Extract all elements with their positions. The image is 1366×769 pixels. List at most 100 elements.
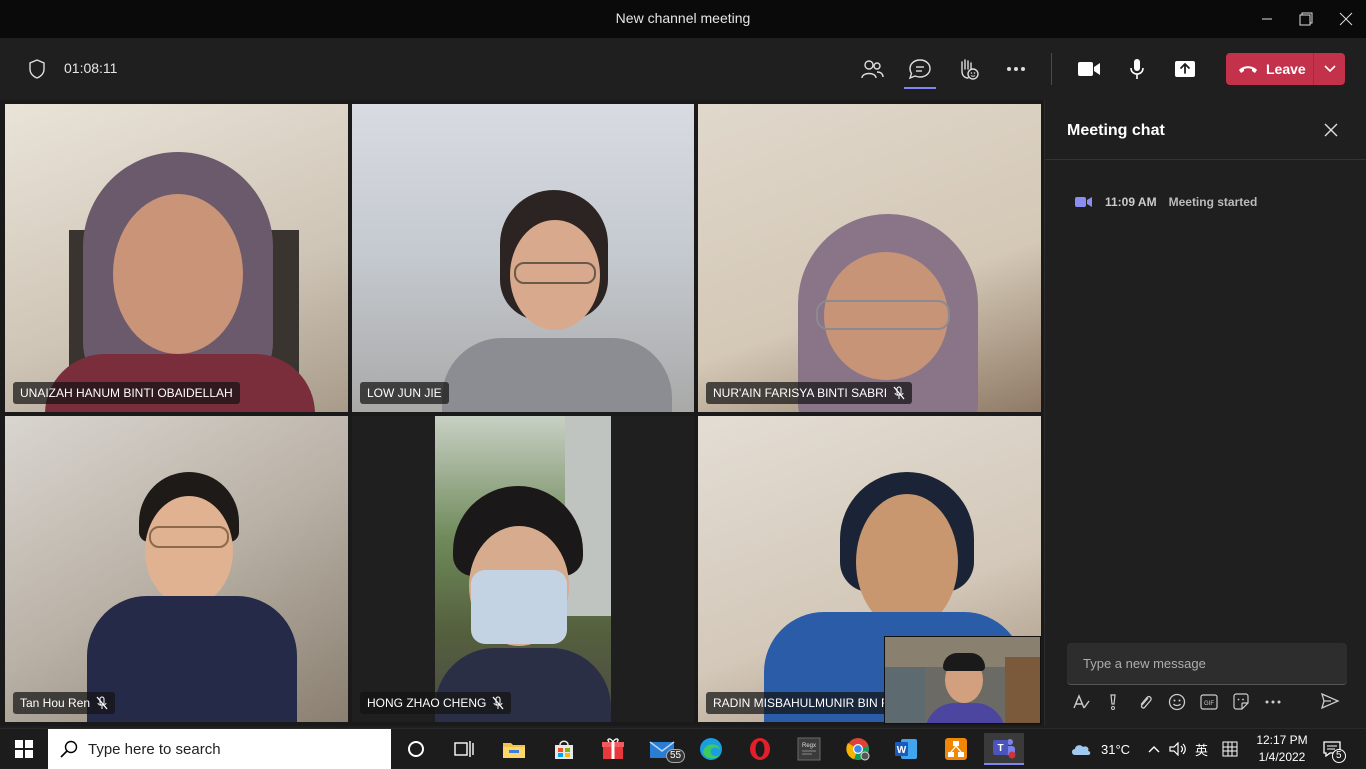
edge-app[interactable] <box>691 733 731 765</box>
raise-hand-icon <box>961 59 979 80</box>
chat-icon <box>908 59 931 80</box>
minimize-icon <box>1262 18 1272 20</box>
folder-icon <box>503 743 525 758</box>
input-language-button[interactable]: 英 <box>1195 729 1208 769</box>
video-tile[interactable]: Tan Hou Ren <box>5 416 348 722</box>
video-tile[interactable]: NUR'AIN FARISYA BINTI SABRI <box>698 104 1041 412</box>
compose-box[interactable] <box>1067 643 1347 685</box>
participant-name: UNAIZAH HANUM BINTI OBAIDELLAH <box>20 386 233 400</box>
more-actions-button[interactable] <box>1003 56 1029 82</box>
ime-mode-button[interactable] <box>1222 729 1238 769</box>
notification-count: 5 <box>1332 749 1346 763</box>
muted-mic-icon <box>893 386 905 400</box>
title-bar: New channel meeting <box>0 0 1366 38</box>
attach-button[interactable] <box>1135 692 1155 712</box>
more-compose-options-button[interactable] <box>1263 692 1283 712</box>
chrome-app[interactable] <box>838 733 878 765</box>
store-app[interactable] <box>544 733 584 765</box>
video-tile[interactable]: UNAIZAH HANUM BINTI OBAIDELLAH <box>5 104 348 412</box>
word-icon: W <box>895 739 917 759</box>
diagram-tool-icon <box>945 738 967 760</box>
sticker-icon <box>1233 693 1249 710</box>
reactions-button[interactable] <box>955 56 981 82</box>
teams-app[interactable]: T <box>984 733 1024 765</box>
search-input[interactable] <box>88 740 368 758</box>
restore-button[interactable] <box>1291 6 1321 32</box>
start-button[interactable] <box>0 729 48 769</box>
toolbar-divider <box>1051 53 1052 85</box>
teams-icon: T <box>993 739 1016 759</box>
share-screen-button[interactable] <box>1172 56 1198 82</box>
drawio-app[interactable] <box>936 733 976 765</box>
mail-app[interactable]: 55 <box>642 733 686 765</box>
windows-logo-icon <box>15 740 33 758</box>
chat-event: 11:09 AM Meeting started <box>1075 195 1257 209</box>
volume-button[interactable] <box>1169 729 1187 769</box>
participant-name: RADIN MISBAHULMUNIR BIN RA <box>713 696 898 710</box>
microphone-icon <box>1130 59 1144 79</box>
gift-box-icon <box>602 738 624 759</box>
chat-button[interactable] <box>907 56 933 82</box>
ime-grid-icon <box>1222 741 1238 757</box>
gif-button[interactable]: GIF <box>1199 692 1219 712</box>
more-icon <box>1265 700 1281 704</box>
people-icon <box>861 60 884 79</box>
gift-app[interactable] <box>593 733 633 765</box>
weather-temp: 31°C <box>1101 741 1131 757</box>
participant-name-label: LOW JUN JIE <box>360 382 449 404</box>
taskbar-search[interactable] <box>48 729 391 769</box>
gif-icon: GIF <box>1200 694 1218 710</box>
regex-app[interactable]: Regx <box>789 733 829 765</box>
mark-important-button[interactable] <box>1103 692 1123 712</box>
chevron-down-icon <box>1323 65 1336 73</box>
meeting-info-button[interactable] <box>24 56 50 82</box>
self-view[interactable] <box>884 636 1041 724</box>
leave-button[interactable]: Leave <box>1226 53 1345 85</box>
participant-name: LOW JUN JIE <box>367 386 442 400</box>
svg-text:W: W <box>897 745 907 756</box>
meeting-toolbar: 01:08:11 Leave <box>0 38 1366 100</box>
video-tile[interactable]: HONG ZHAO CHENG <box>352 416 694 722</box>
participant-name-label: Tan Hou Ren <box>13 692 116 714</box>
file-explorer-app[interactable] <box>494 733 534 765</box>
svg-text:T: T <box>997 743 1003 754</box>
emoji-button[interactable] <box>1167 692 1187 712</box>
sticker-button[interactable] <box>1231 692 1251 712</box>
leave-main[interactable]: Leave <box>1226 53 1313 85</box>
participant-video <box>435 416 611 722</box>
send-icon <box>1320 692 1340 710</box>
chat-header-divider <box>1045 159 1366 160</box>
minimize-button[interactable] <box>1252 6 1282 32</box>
word-app[interactable]: W <box>886 733 926 765</box>
close-chat-button[interactable] <box>1321 120 1341 140</box>
send-button[interactable] <box>1320 692 1340 712</box>
weather-widget[interactable]: 31°C <box>1070 729 1130 769</box>
muted-mic-icon <box>96 696 108 710</box>
video-camera-icon <box>1075 197 1092 207</box>
participants-button[interactable] <box>859 56 885 82</box>
message-input[interactable] <box>1067 643 1347 684</box>
clock[interactable]: 12:17 PM 1/4/2022 <box>1252 732 1312 766</box>
close-icon <box>1339 12 1353 26</box>
camera-icon <box>1078 62 1100 76</box>
close-window-button[interactable] <box>1331 6 1361 32</box>
microphone-button[interactable] <box>1124 56 1150 82</box>
tray-overflow-button[interactable] <box>1148 729 1160 769</box>
hang-up-icon <box>1239 66 1257 73</box>
format-button[interactable] <box>1071 692 1091 712</box>
meeting-chat-panel: Meeting chat 11:09 AM Meeting started GI… <box>1044 100 1366 726</box>
task-view-icon <box>454 741 474 757</box>
action-center-button[interactable]: 5 <box>1322 729 1346 769</box>
shield-icon <box>29 59 45 79</box>
paperclip-icon <box>1140 695 1152 709</box>
share-screen-icon <box>1175 61 1195 77</box>
search-icon <box>60 740 78 758</box>
opera-app[interactable] <box>740 733 780 765</box>
exclamation-icon <box>1110 694 1116 710</box>
leave-options-button[interactable] <box>1314 53 1345 85</box>
cortana-button[interactable] <box>396 733 436 765</box>
video-tile[interactable]: LOW JUN JIE <box>352 104 694 412</box>
task-view-button[interactable] <box>444 733 484 765</box>
cloud-icon <box>1072 745 1091 755</box>
camera-button[interactable] <box>1076 56 1102 82</box>
